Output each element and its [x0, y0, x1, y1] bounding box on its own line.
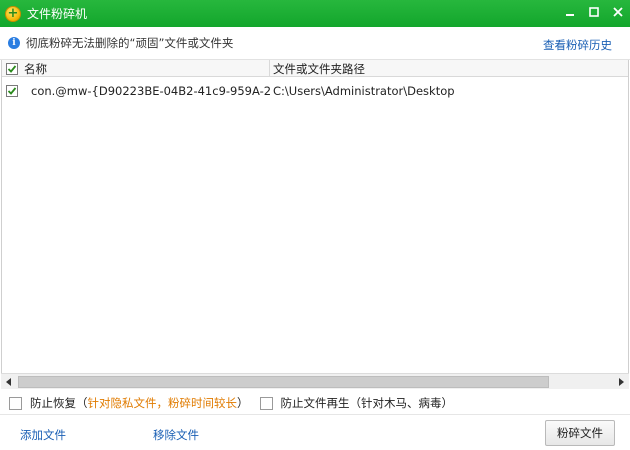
info-icon: i: [8, 37, 20, 49]
info-bar: i 彻底粉碎无法删除的“顽固”文件或文件夹 查看粉碎历史: [0, 27, 630, 60]
window-title: 文件粉碎机: [27, 7, 88, 21]
prevent-recovery-note: 针对隐私文件，粉碎时间较长: [87, 396, 238, 410]
title-bar: + 文件粉碎机: [0, 0, 630, 27]
scroll-left-icon[interactable]: [1, 374, 17, 390]
prevent-recovery-checkbox[interactable]: [9, 396, 22, 410]
shred-file-button[interactable]: 粉碎文件: [545, 420, 615, 446]
prevent-regen-note: （针对木马、病毒）: [349, 396, 454, 410]
check-icon: [7, 87, 17, 95]
column-label-name: 名称: [24, 61, 47, 76]
check-icon: [7, 64, 17, 73]
prevent-recovery-label: 防止恢复: [30, 396, 76, 410]
table-row[interactable]: con.@mw-{D90223BE-04B2-41c9-959A-2... C:…: [2, 82, 628, 100]
horizontal-scrollbar[interactable]: [1, 373, 629, 389]
info-text: 彻底粉碎无法删除的“顽固”文件或文件夹: [26, 36, 234, 50]
close-icon[interactable]: [606, 0, 630, 24]
list-header: 名称 文件或文件夹路径: [2, 60, 628, 77]
view-history-link[interactable]: 查看粉碎历史: [543, 37, 612, 53]
scrollbar-thumb[interactable]: [18, 376, 549, 388]
file-list[interactable]: 名称 文件或文件夹路径 con.@mw-{D90223BE-04B2-41c9-…: [1, 60, 629, 389]
prevent-recovery-option[interactable]: 防止恢复 （针对隐私文件，粉碎时间较长）: [0, 395, 249, 411]
options-bar: 防止恢复 （针对隐私文件，粉碎时间较长） 防止文件再生 （针对木马、病毒）: [0, 392, 630, 414]
row-name-cell: con.@mw-{D90223BE-04B2-41c9-959A-2...: [2, 84, 270, 98]
file-path: C:\Users\Administrator\Desktop: [273, 84, 455, 98]
scroll-right-icon[interactable]: [613, 374, 629, 390]
column-header-name[interactable]: 名称: [2, 60, 270, 77]
remove-file-link[interactable]: 移除文件: [153, 427, 199, 443]
maximize-icon[interactable]: [582, 0, 606, 24]
column-header-path[interactable]: 文件或文件夹路径: [270, 60, 365, 77]
prevent-recovery-note-close: ）: [237, 396, 249, 410]
footer-bar: 添加文件 移除文件 粉碎文件: [0, 414, 630, 450]
prevent-regen-option[interactable]: 防止文件再生 （针对木马、病毒）: [249, 395, 454, 411]
prevent-regen-label: 防止文件再生: [280, 396, 350, 410]
row-checkbox[interactable]: [6, 85, 18, 97]
minimize-icon[interactable]: [558, 0, 582, 24]
file-name: con.@mw-{D90223BE-04B2-41c9-959A-2...: [31, 84, 270, 98]
add-file-link[interactable]: 添加文件: [20, 427, 66, 443]
column-label-path: 文件或文件夹路径: [273, 61, 365, 76]
select-all-checkbox[interactable]: [6, 62, 18, 75]
prevent-regen-checkbox[interactable]: [259, 396, 273, 410]
prevent-recovery-note-open: （: [76, 396, 88, 410]
window-controls: [558, 0, 630, 27]
plus-badge-icon: +: [5, 5, 21, 22]
